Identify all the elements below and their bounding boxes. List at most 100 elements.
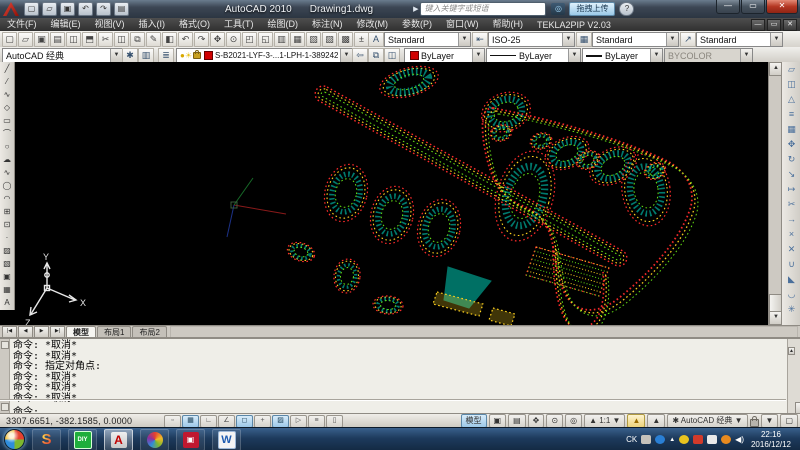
chevron-down-icon[interactable]: ▼	[770, 33, 782, 46]
trim-icon[interactable]: ✂	[784, 197, 799, 212]
layer-lock-icon[interactable]	[193, 52, 201, 59]
lwt-toggle[interactable]: ≡	[308, 415, 325, 428]
new-icon[interactable]: ▢	[2, 32, 17, 47]
explode-icon[interactable]: ✳	[784, 302, 799, 317]
save-icon[interactable]: ▣	[34, 32, 49, 47]
vertical-scrollbar[interactable]: ▲ ▼	[768, 62, 782, 325]
plugin-menu-label[interactable]: TEKLA2PIP V2.03	[530, 20, 618, 30]
doc-close-button[interactable]: ✕	[783, 19, 797, 31]
command-scrollbar[interactable]: ▲ ▼	[787, 339, 800, 415]
autocad-logo-icon[interactable]	[3, 2, 19, 16]
table-style-icon[interactable]: ▦	[576, 32, 592, 47]
publish-icon[interactable]: ⬒	[82, 32, 97, 47]
cmd-scroll-up[interactable]: ▲	[788, 347, 795, 355]
annotation-scale-button[interactable]: ▲ 1:1 ▼	[584, 414, 625, 428]
clean-screen-button[interactable]: ▢	[780, 414, 798, 428]
dim-style-icon[interactable]: ⇤	[472, 32, 488, 47]
steering-wheel-button[interactable]: ◎	[565, 414, 582, 428]
zoom-realtime-icon[interactable]: ⊙	[226, 32, 241, 47]
zoom-window-icon[interactable]: ◰	[242, 32, 257, 47]
copy-icon[interactable]: ◫	[114, 32, 129, 47]
zoom-previous-icon[interactable]: ◱	[258, 32, 273, 47]
tray-device-icon[interactable]	[707, 435, 717, 444]
hatch-icon[interactable]: ▨	[1, 244, 13, 257]
command-window-grip[interactable]	[0, 339, 10, 415]
text-style-combo[interactable]: Standard▼	[384, 32, 471, 47]
line-icon[interactable]: ╱	[1, 62, 13, 75]
text-style-icon[interactable]: A	[368, 32, 384, 47]
security-flag-icon[interactable]	[693, 435, 703, 444]
doc-minimize-button[interactable]: —	[751, 19, 765, 31]
chevron-down-icon[interactable]: ▼	[340, 49, 352, 62]
quick-view-layouts-button[interactable]: ▣	[489, 414, 507, 428]
upload-button[interactable]: 拖拽上传	[569, 2, 615, 16]
redo-icon[interactable]: ↷	[96, 2, 111, 16]
markup-set-manager-icon[interactable]: ▩	[338, 32, 353, 47]
array-icon[interactable]: ▦	[784, 122, 799, 137]
tray-yellow-icon[interactable]	[679, 435, 689, 444]
paste-icon[interactable]: ⧉	[130, 32, 145, 47]
dyn-toggle[interactable]: ▷	[290, 415, 307, 428]
fillet-icon[interactable]: ◡	[784, 287, 799, 302]
quickcalc-icon[interactable]: ±	[354, 32, 369, 47]
extend-icon[interactable]: →	[784, 212, 799, 227]
plot-icon[interactable]: ▤	[114, 2, 129, 16]
layer-previous-icon[interactable]: ⇦	[352, 48, 368, 63]
tray-orange-icon[interactable]	[721, 435, 731, 444]
undo-icon[interactable]: ↶	[78, 2, 93, 16]
move-icon[interactable]: ✥	[784, 137, 799, 152]
chevron-down-icon[interactable]: ▼	[666, 33, 678, 46]
gradient-icon[interactable]: ▧	[1, 257, 13, 270]
pan-icon[interactable]: ✥	[210, 32, 225, 47]
dim-style-combo[interactable]: ISO-25▼	[488, 32, 575, 47]
otrack-toggle[interactable]: +	[254, 415, 271, 428]
taskbar-app-autocad[interactable]: A	[104, 429, 133, 450]
model-space-button[interactable]: 模型	[461, 414, 487, 428]
chamfer-icon[interactable]: ◣	[784, 272, 799, 287]
menu-item-1[interactable]: 编辑(E)	[44, 18, 88, 31]
keyboard-icon[interactable]	[641, 435, 651, 444]
infocenter-search-input[interactable]: 键入关键字或短语	[420, 2, 546, 16]
tray-expand-icon[interactable]: ▲	[669, 437, 675, 443]
osnap-toggle[interactable]: ◻	[236, 415, 253, 428]
chevron-down-icon[interactable]: ▼	[562, 33, 574, 46]
zoom-button[interactable]: ⊙	[546, 414, 563, 428]
layer-combo[interactable]: ● ☀ S-B2021-LYF-3-...1-LPH-1-389242 ▼	[176, 48, 353, 63]
chevron-down-icon[interactable]: ▼	[650, 49, 662, 62]
cut-icon[interactable]: ✂	[98, 32, 113, 47]
join-icon[interactable]: ∪	[784, 257, 799, 272]
chevron-down-icon[interactable]: ▼	[472, 49, 484, 62]
taskbar-app-s[interactable]: S	[32, 429, 61, 450]
open-icon[interactable]: ▱	[18, 32, 33, 47]
menu-item-5[interactable]: 工具(T)	[217, 18, 261, 31]
spline-icon[interactable]: ∿	[1, 166, 13, 179]
multiline-text-icon[interactable]: A	[1, 296, 13, 309]
annotation-visibility-button[interactable]: ▲	[627, 414, 645, 428]
menu-item-8[interactable]: 修改(M)	[350, 18, 396, 31]
minimize-button[interactable]: —	[716, 0, 740, 14]
command-window[interactable]: 命令: *取消*命令: *取消*命令: 指定对角点:命令: *取消*命令: *取…	[0, 337, 800, 415]
color-combo[interactable]: ByLayer ▼	[404, 48, 485, 63]
break-at-point-icon[interactable]: ×	[784, 227, 799, 242]
workspace-save-icon[interactable]: ▥	[138, 48, 154, 63]
rotate-icon[interactable]: ↻	[784, 152, 799, 167]
snap-toggle[interactable]: ▫	[164, 415, 181, 428]
annotation-autoscale-button[interactable]: ▲	[647, 414, 665, 428]
menu-item-3[interactable]: 插入(I)	[132, 18, 173, 31]
table-style-combo[interactable]: Standard▼	[592, 32, 679, 47]
taskbar-app-red[interactable]: ▣	[176, 429, 205, 450]
menu-item-10[interactable]: 窗口(W)	[439, 18, 486, 31]
workspace-switch-button[interactable]: ✱ AutoCAD 经典 ▼	[667, 414, 747, 428]
quick-view-drawings-button[interactable]: ▤	[508, 414, 526, 428]
sheet-set-manager-icon[interactable]: ▨	[322, 32, 337, 47]
grid-toggle[interactable]: ▦	[182, 415, 199, 428]
layer-states-icon[interactable]: ⧉	[368, 48, 384, 63]
ellipse-arc-icon[interactable]: ◠	[1, 192, 13, 205]
coordinates-readout[interactable]: 3307.6651, -382.1585, 0.0000	[6, 416, 156, 426]
workspace-combo[interactable]: AutoCAD 经典▼	[2, 48, 123, 63]
polar-toggle[interactable]: ∠	[218, 415, 235, 428]
erase-icon[interactable]: ▱	[784, 62, 799, 77]
polygon-icon[interactable]: ◇	[1, 101, 13, 114]
taskbar-app-word[interactable]: W	[212, 429, 241, 450]
ellipse-icon[interactable]: ◯	[1, 179, 13, 192]
